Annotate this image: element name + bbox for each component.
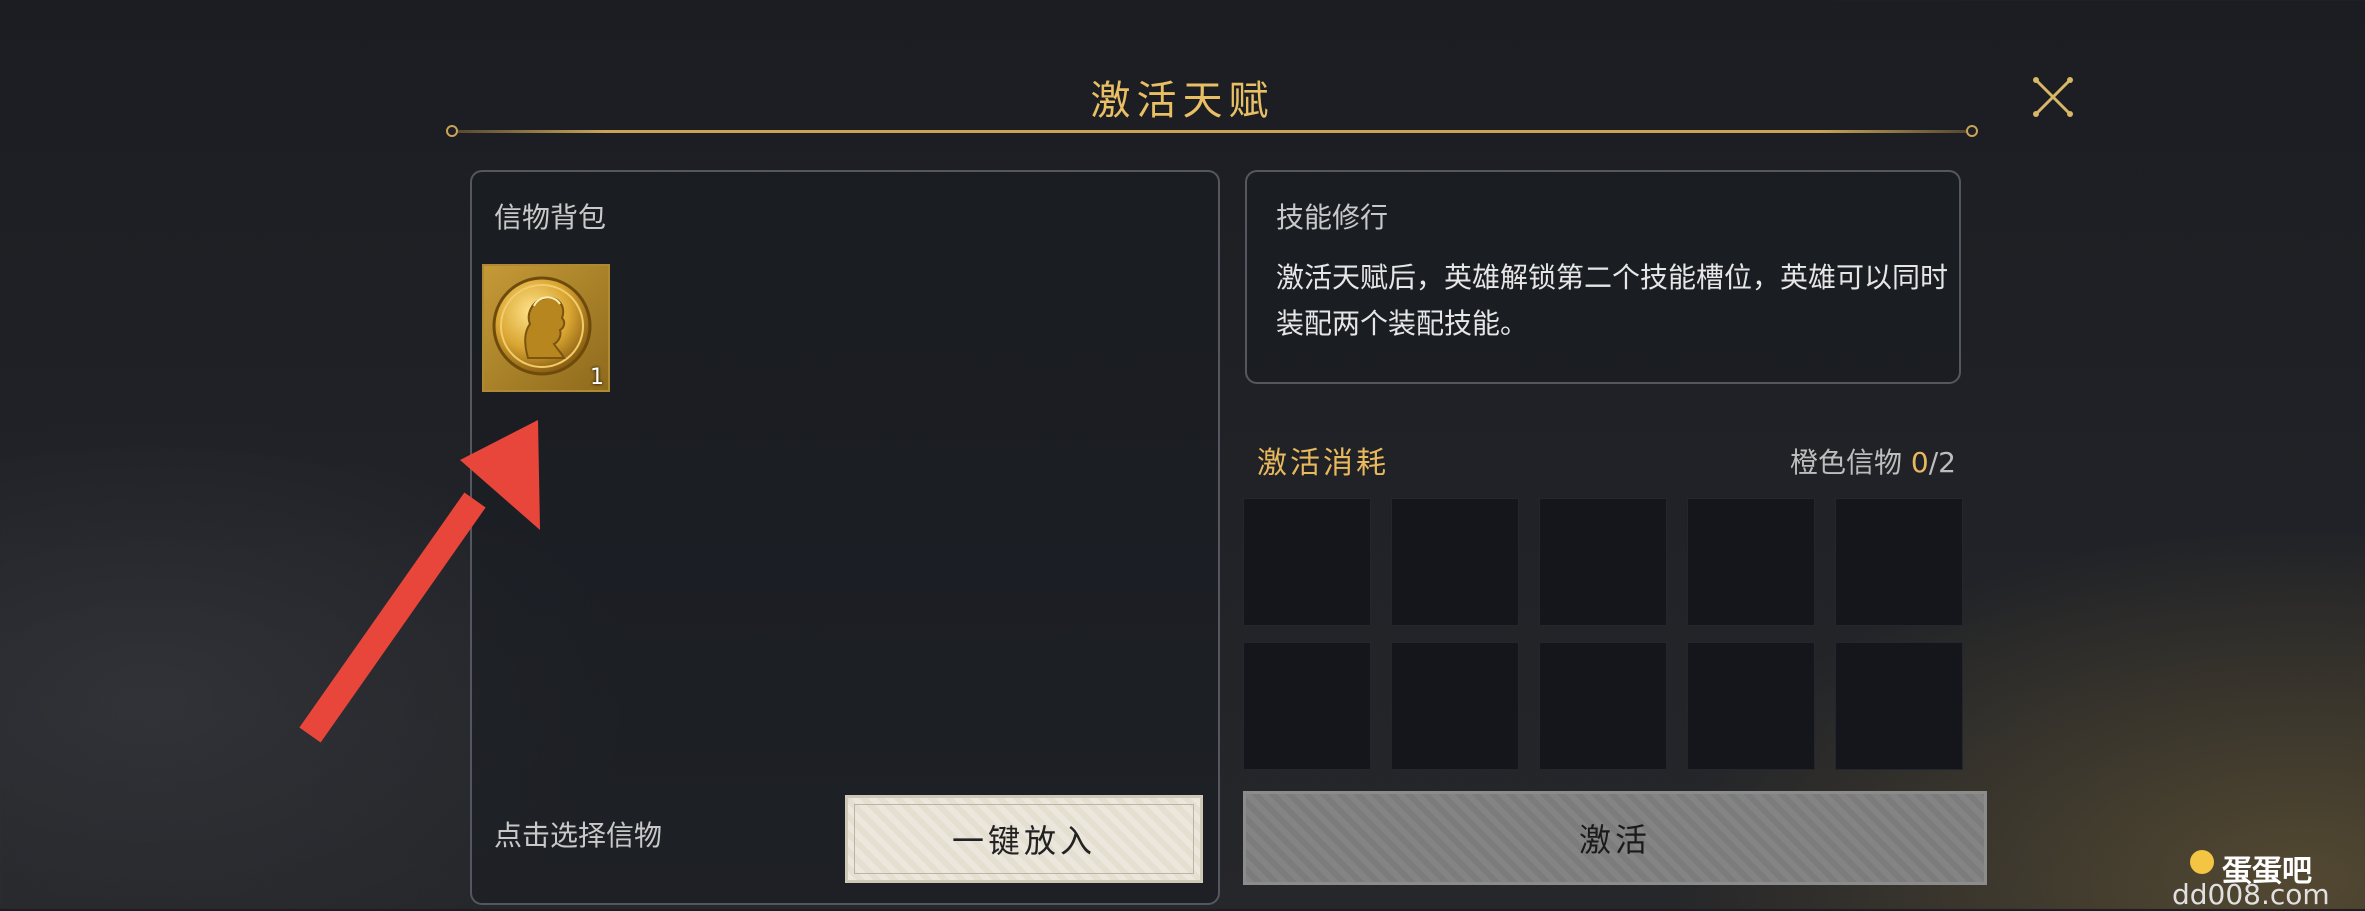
- item-count: 1: [590, 365, 604, 390]
- red-pointer-arrow: [299, 420, 540, 743]
- inventory-item-slot[interactable]: 1: [482, 264, 610, 392]
- watermark-logo-icon: [2190, 850, 2214, 874]
- cost-required: /2: [1928, 446, 1956, 479]
- auto-place-button[interactable]: 一键放入: [845, 795, 1203, 883]
- skill-description: 激活天赋后，英雄解锁第二个技能槽位，英雄可以同时装配两个装配技能。: [1276, 261, 1949, 340]
- watermark-url: dd008.com: [2172, 878, 2330, 911]
- cost-requirement-label: 橙色信物: [1790, 446, 1903, 479]
- cost-requirement: 橙色信物 0/2: [1790, 441, 1956, 481]
- cost-title: 激活消耗: [1257, 446, 1389, 481]
- inventory-title: 信物背包: [494, 201, 607, 234]
- cost-slot[interactable]: [1687, 642, 1815, 770]
- close-x-icon: [2033, 77, 2073, 117]
- select-hint: 点击选择信物: [494, 819, 663, 852]
- cost-slot[interactable]: [1391, 642, 1519, 770]
- activate-button[interactable]: 激活: [1243, 791, 1987, 885]
- cost-current: 0: [1910, 446, 1929, 479]
- dialog-title: 激活天赋: [1090, 78, 1275, 124]
- cost-slot[interactable]: [1539, 498, 1667, 626]
- close-button[interactable]: [2030, 74, 2076, 120]
- cost-slot-grid: [1243, 498, 1965, 770]
- cost-slot[interactable]: [1243, 498, 1371, 626]
- cost-slot[interactable]: [1539, 642, 1667, 770]
- auto-place-label: 一键放入: [951, 822, 1096, 860]
- skill-title: 技能修行: [1276, 201, 1389, 234]
- divider-ornament-right: [1966, 125, 1978, 137]
- divider-ornament-left: [446, 125, 458, 137]
- title-divider: [446, 125, 1978, 137]
- cost-slot[interactable]: [1835, 642, 1963, 770]
- cost-slot[interactable]: [1391, 498, 1519, 626]
- cost-slot[interactable]: [1243, 642, 1371, 770]
- cost-slot[interactable]: [1835, 498, 1963, 626]
- cost-slot[interactable]: [1687, 498, 1815, 626]
